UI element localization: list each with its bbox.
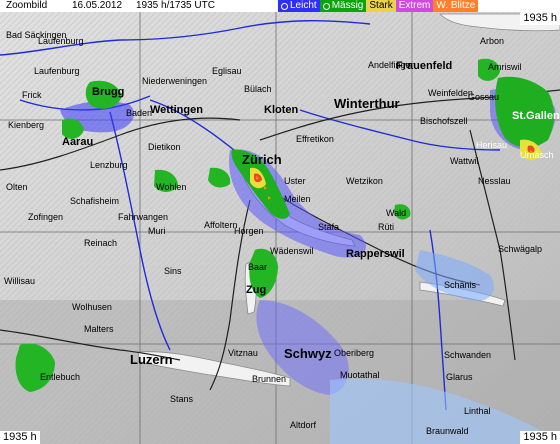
legend-label-lightning: W. Blitze <box>436 0 476 11</box>
place-label: Rapperswil <box>346 248 405 260</box>
weather-radar-map: Zoombild 16.05.2012 1935 h/1735 UTC Leic… <box>0 0 560 444</box>
place-label: Fahrwangen <box>118 212 169 222</box>
place-label: Aarau <box>62 136 94 148</box>
place-label: Wädenswil <box>270 246 314 256</box>
place-label: Niederweningen <box>142 76 208 86</box>
map-date: 16.05.2012 <box>72 0 123 11</box>
legend-label-moderate: Mässig <box>331 0 364 11</box>
place-label: Altdorf <box>290 420 317 430</box>
place-label: Luzern <box>130 352 173 367</box>
place-label: Laufenburg <box>34 66 80 76</box>
place-label: Laufenburg <box>38 36 84 46</box>
place-label: Zug <box>246 284 267 296</box>
place-label: Linthal <box>464 406 491 416</box>
place-label: Herisau <box>476 140 508 150</box>
place-label: St.Gallen <box>512 110 560 122</box>
moderate-icon <box>322 2 330 10</box>
place-label: Frick <box>22 90 42 100</box>
place-label: Wattwil <box>450 156 479 166</box>
legend-label-strong: Stark <box>369 0 393 11</box>
place-label: Kienberg <box>8 120 45 130</box>
place-label: Baden <box>126 108 153 118</box>
place-label: Wettingen <box>150 104 203 116</box>
place-label: Effretikon <box>296 134 334 144</box>
legend-label-light: Leicht <box>290 0 317 11</box>
place-label: Stäfa <box>318 222 340 232</box>
place-label: Amriswil <box>488 62 522 72</box>
time-label-bottom-right: 1935 h <box>520 431 560 444</box>
map-header-bar: Zoombild 16.05.2012 1935 h/1735 UTC Leic… <box>0 0 560 12</box>
place-label: Affoltern <box>204 220 238 230</box>
place-label: Schwanden <box>444 350 492 360</box>
place-label: Eglisau <box>212 66 242 76</box>
place-label: Uster <box>284 176 306 186</box>
legend-item-strong: Stark <box>366 0 396 12</box>
legend-item-lightning: W. Blitze <box>433 0 479 12</box>
place-label: Vitznau <box>228 348 258 358</box>
place-label: Horgen <box>234 226 264 236</box>
place-label: Bülach <box>244 84 272 94</box>
place-label: Arbon <box>480 36 505 46</box>
place-label: Gossau <box>468 92 500 102</box>
place-label: Wolhusen <box>72 302 112 312</box>
place-label: Muri <box>148 226 166 236</box>
legend-item-light: Leicht <box>278 0 320 12</box>
place-label: Schafisheim <box>70 196 120 206</box>
place-label: Baar <box>248 262 268 272</box>
place-label: Bischofszell <box>420 116 468 126</box>
legend-item-moderate: Mässig <box>319 0 367 12</box>
place-label: Nesslau <box>478 176 511 186</box>
light-icon <box>281 2 288 10</box>
legend-label-extreme: Extrem <box>398 0 431 11</box>
place-label: Oberiberg <box>334 348 375 358</box>
place-label: Frauenfeld <box>396 60 453 72</box>
place-label: Wetzikon <box>346 176 383 186</box>
place-label: Muotathal <box>340 370 380 380</box>
place-label: Entlebuch <box>40 372 81 382</box>
place-label: Urnäsch <box>520 150 554 160</box>
place-label: Weinfelden <box>428 88 473 98</box>
place-label: Braunwald <box>426 426 469 436</box>
place-label: Dietikon <box>148 142 181 152</box>
place-label: Schwägalp <box>498 244 543 254</box>
zoom-label[interactable]: Zoombild <box>0 0 72 12</box>
place-label: Lenzburg <box>90 160 128 170</box>
time-label-top-right: 1935 h <box>520 12 560 25</box>
place-label: Brunnen <box>252 374 287 384</box>
map-time: 1935 h/1735 UTC <box>136 0 215 11</box>
place-label: Olten <box>6 182 28 192</box>
place-label: Brugg <box>92 86 125 98</box>
place-label: Kloten <box>264 104 299 116</box>
legend-item-extreme: Extrem <box>395 0 434 12</box>
time-label-bottom-left: 1935 h <box>0 431 40 444</box>
place-label: Meilen <box>284 194 311 204</box>
place-label: Rüti <box>378 222 395 232</box>
place-label: Winterthur <box>334 96 400 111</box>
place-label: Wohlen <box>156 182 187 192</box>
place-label: Zürich <box>242 152 282 167</box>
place-label: Willisau <box>4 276 36 286</box>
place-label: Reinach <box>84 238 118 248</box>
place-label: Glarus <box>446 372 473 382</box>
place-label: Schänis <box>444 280 477 290</box>
place-label: Malters <box>84 324 114 334</box>
place-label: Schwyz <box>284 346 332 361</box>
place-label: Stans <box>170 394 194 404</box>
place-label: Zofingen <box>28 212 64 222</box>
place-label: Sins <box>164 266 182 276</box>
place-label: Wald <box>386 208 407 218</box>
